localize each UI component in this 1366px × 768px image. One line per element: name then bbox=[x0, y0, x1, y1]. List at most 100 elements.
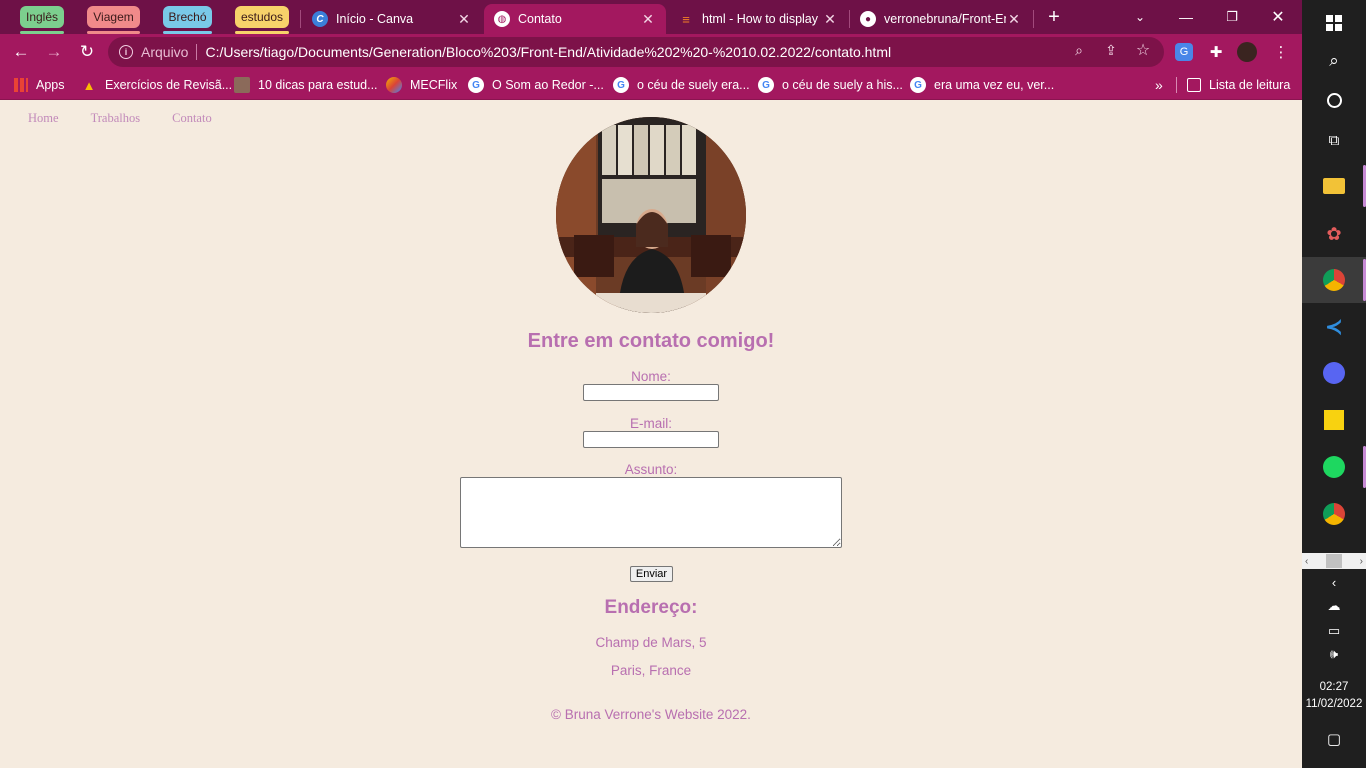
tab-title: Contato bbox=[518, 12, 562, 26]
email-input[interactable] bbox=[583, 431, 719, 448]
scroll-left-icon[interactable]: ‹ bbox=[1305, 556, 1308, 567]
more-bookmarks-chevron-icon[interactable]: » bbox=[1155, 76, 1163, 94]
tab-github[interactable]: ● verronebruna/Front-End ✕ bbox=[850, 4, 1032, 34]
back-icon[interactable]: ← bbox=[10, 41, 32, 63]
subject-label: Assunto: bbox=[624, 462, 678, 477]
sticky-notes-icon[interactable] bbox=[1302, 397, 1366, 443]
reload-icon[interactable]: ↻ bbox=[76, 41, 98, 63]
name-label: Nome: bbox=[631, 369, 671, 384]
share-icon[interactable]: ⇪ bbox=[1102, 41, 1120, 59]
tab-strip: Inglês Viagem Brechó estudos C Início - … bbox=[0, 0, 1302, 34]
bookmarks-bar: Apps ▲ Exercícios de Revisã... 10 dicas … bbox=[0, 70, 1302, 100]
address-heading: Endereço: bbox=[604, 597, 698, 618]
bookmark-star-icon[interactable]: ☆ bbox=[1134, 41, 1152, 59]
app-icon[interactable]: ✿ bbox=[1302, 211, 1366, 257]
profile-photo bbox=[556, 117, 746, 313]
onedrive-cloud-icon[interactable]: ☁ bbox=[1302, 595, 1366, 617]
close-tab-icon[interactable]: ✕ bbox=[456, 11, 472, 28]
minimize-icon[interactable]: — bbox=[1176, 7, 1196, 27]
github-icon: ● bbox=[860, 11, 876, 27]
close-tab-icon[interactable]: ✕ bbox=[822, 11, 838, 28]
tab-title: html - How to display bbox=[702, 12, 819, 26]
file-explorer-icon[interactable] bbox=[1302, 163, 1366, 209]
tab-stackoverflow[interactable]: ≡ html - How to display ✕ bbox=[668, 4, 848, 34]
bookmark-item[interactable]: G O Som ao Redor -... bbox=[468, 76, 604, 94]
nav-contato-link[interactable]: Contato bbox=[172, 111, 212, 126]
translate-extension-icon[interactable]: G bbox=[1175, 43, 1193, 61]
reading-list[interactable]: Lista de leitura bbox=[1187, 76, 1290, 94]
forward-icon[interactable]: → bbox=[43, 41, 65, 63]
profile-avatar[interactable] bbox=[1237, 42, 1257, 62]
tab-group-brecho[interactable]: Brechó bbox=[163, 6, 212, 34]
tab-search-chevron-icon[interactable]: ⌄ bbox=[1130, 7, 1150, 27]
submit-button[interactable]: Enviar bbox=[630, 566, 673, 582]
clock-date: 11/02/2022 bbox=[1305, 698, 1363, 710]
bookmark-item[interactable]: G o céu de suely a his... bbox=[758, 76, 903, 94]
page-thumbnail-icon bbox=[234, 77, 250, 93]
tab-title: verronebruna/Front-End bbox=[884, 12, 1006, 26]
extensions-puzzle-icon[interactable]: ✚ bbox=[1207, 43, 1225, 61]
drive-icon: ▲ bbox=[82, 77, 96, 93]
show-hidden-icons-chevron-icon[interactable]: ‹ bbox=[1302, 571, 1366, 593]
restore-icon[interactable]: ❐ bbox=[1222, 7, 1242, 27]
chrome-profile-icon[interactable] bbox=[1302, 491, 1366, 537]
volume-icon[interactable]: 🕪 bbox=[1302, 643, 1366, 665]
name-input[interactable] bbox=[583, 384, 719, 401]
bookmark-item[interactable]: ▲ Exercícios de Revisã... bbox=[81, 76, 233, 94]
address-line: Champ de Mars, 5 bbox=[595, 635, 707, 650]
google-icon: G bbox=[910, 77, 926, 93]
tab-contato[interactable]: ◍ Contato ✕ bbox=[484, 4, 666, 34]
mecflix-icon bbox=[386, 77, 402, 93]
tab-group-ingles[interactable]: Inglês bbox=[20, 6, 64, 34]
protocol-label: Arquivo bbox=[141, 44, 189, 60]
battery-icon[interactable]: ▭ bbox=[1302, 620, 1366, 642]
close-tab-icon[interactable]: ✕ bbox=[1006, 11, 1022, 28]
new-tab-icon[interactable]: + bbox=[1044, 6, 1064, 28]
notifications-icon[interactable]: ▢ bbox=[1302, 728, 1366, 750]
canva-icon: C bbox=[312, 11, 328, 27]
address-bar[interactable]: i Arquivo C:/Users/tiago/Documents/Gener… bbox=[108, 37, 1164, 67]
bookmark-item[interactable]: G o céu de suely era... bbox=[613, 76, 750, 94]
discord-icon[interactable] bbox=[1302, 350, 1366, 396]
zoom-icon[interactable]: ⌕ bbox=[1070, 41, 1088, 59]
tab-group-label: Viagem bbox=[93, 10, 134, 24]
url-text[interactable]: C:/Users/tiago/Documents/Generation/Bloc… bbox=[205, 44, 891, 60]
taskbar-scroll[interactable]: ‹ › bbox=[1302, 553, 1366, 569]
spotify-icon[interactable] bbox=[1302, 444, 1366, 490]
bookmark-item[interactable]: G era uma vez eu, ver... bbox=[910, 76, 1054, 94]
taskbar: ⌕ ⧉ ✿ ≺ ‹ › ‹ ☁ ▭ 🕪 02:27 11/02/2022 ▢ bbox=[1302, 0, 1366, 768]
system-clock[interactable]: 02:27 11/02/2022 bbox=[1302, 679, 1366, 713]
nav-home-link[interactable]: Home bbox=[28, 111, 59, 126]
close-tab-icon[interactable]: ✕ bbox=[640, 11, 656, 28]
chrome-icon[interactable] bbox=[1302, 257, 1366, 303]
scroll-right-icon[interactable]: › bbox=[1360, 556, 1363, 567]
bookmark-item[interactable]: MECFlix bbox=[386, 76, 457, 94]
browser-toolbar: ← → ↻ i Arquivo C:/Users/tiago/Documents… bbox=[0, 34, 1302, 70]
info-icon[interactable]: i bbox=[119, 45, 133, 59]
globe-icon: ◍ bbox=[494, 11, 510, 27]
bookmark-apps[interactable]: Apps bbox=[14, 76, 65, 94]
close-window-icon[interactable]: ✕ bbox=[1268, 7, 1288, 27]
contact-heading: Entre em contato comigo! bbox=[527, 330, 775, 352]
tab-canva[interactable]: C Início - Canva ✕ bbox=[302, 4, 482, 34]
tab-group-label: Inglês bbox=[25, 10, 59, 24]
tab-group-label: estudos bbox=[240, 10, 284, 24]
menu-kebab-icon[interactable]: ⋮ bbox=[1272, 43, 1290, 61]
stackoverflow-icon: ≡ bbox=[682, 11, 690, 27]
web-page: Home Trabalhos Contato Entre em contato … bbox=[0, 101, 1302, 768]
address-line: Paris, France bbox=[610, 663, 692, 678]
task-view-icon[interactable]: ⧉ bbox=[1302, 117, 1366, 163]
vscode-icon[interactable]: ≺ bbox=[1302, 304, 1366, 350]
tab-title: Início - Canva bbox=[336, 12, 414, 26]
email-label: E-mail: bbox=[629, 416, 672, 431]
bookmark-item[interactable]: 10 dicas para estud... bbox=[234, 76, 378, 94]
subject-textarea[interactable] bbox=[460, 477, 842, 548]
clock-time: 02:27 bbox=[1319, 681, 1349, 693]
nav-trabalhos-link[interactable]: Trabalhos bbox=[91, 111, 141, 126]
site-nav: Home Trabalhos Contato bbox=[28, 111, 244, 126]
tab-group-viagem[interactable]: Viagem bbox=[87, 6, 140, 34]
apps-grid-icon bbox=[14, 78, 28, 92]
tab-group-estudos[interactable]: estudos bbox=[235, 6, 289, 34]
google-icon: G bbox=[758, 77, 774, 93]
reading-list-icon bbox=[1187, 78, 1201, 92]
